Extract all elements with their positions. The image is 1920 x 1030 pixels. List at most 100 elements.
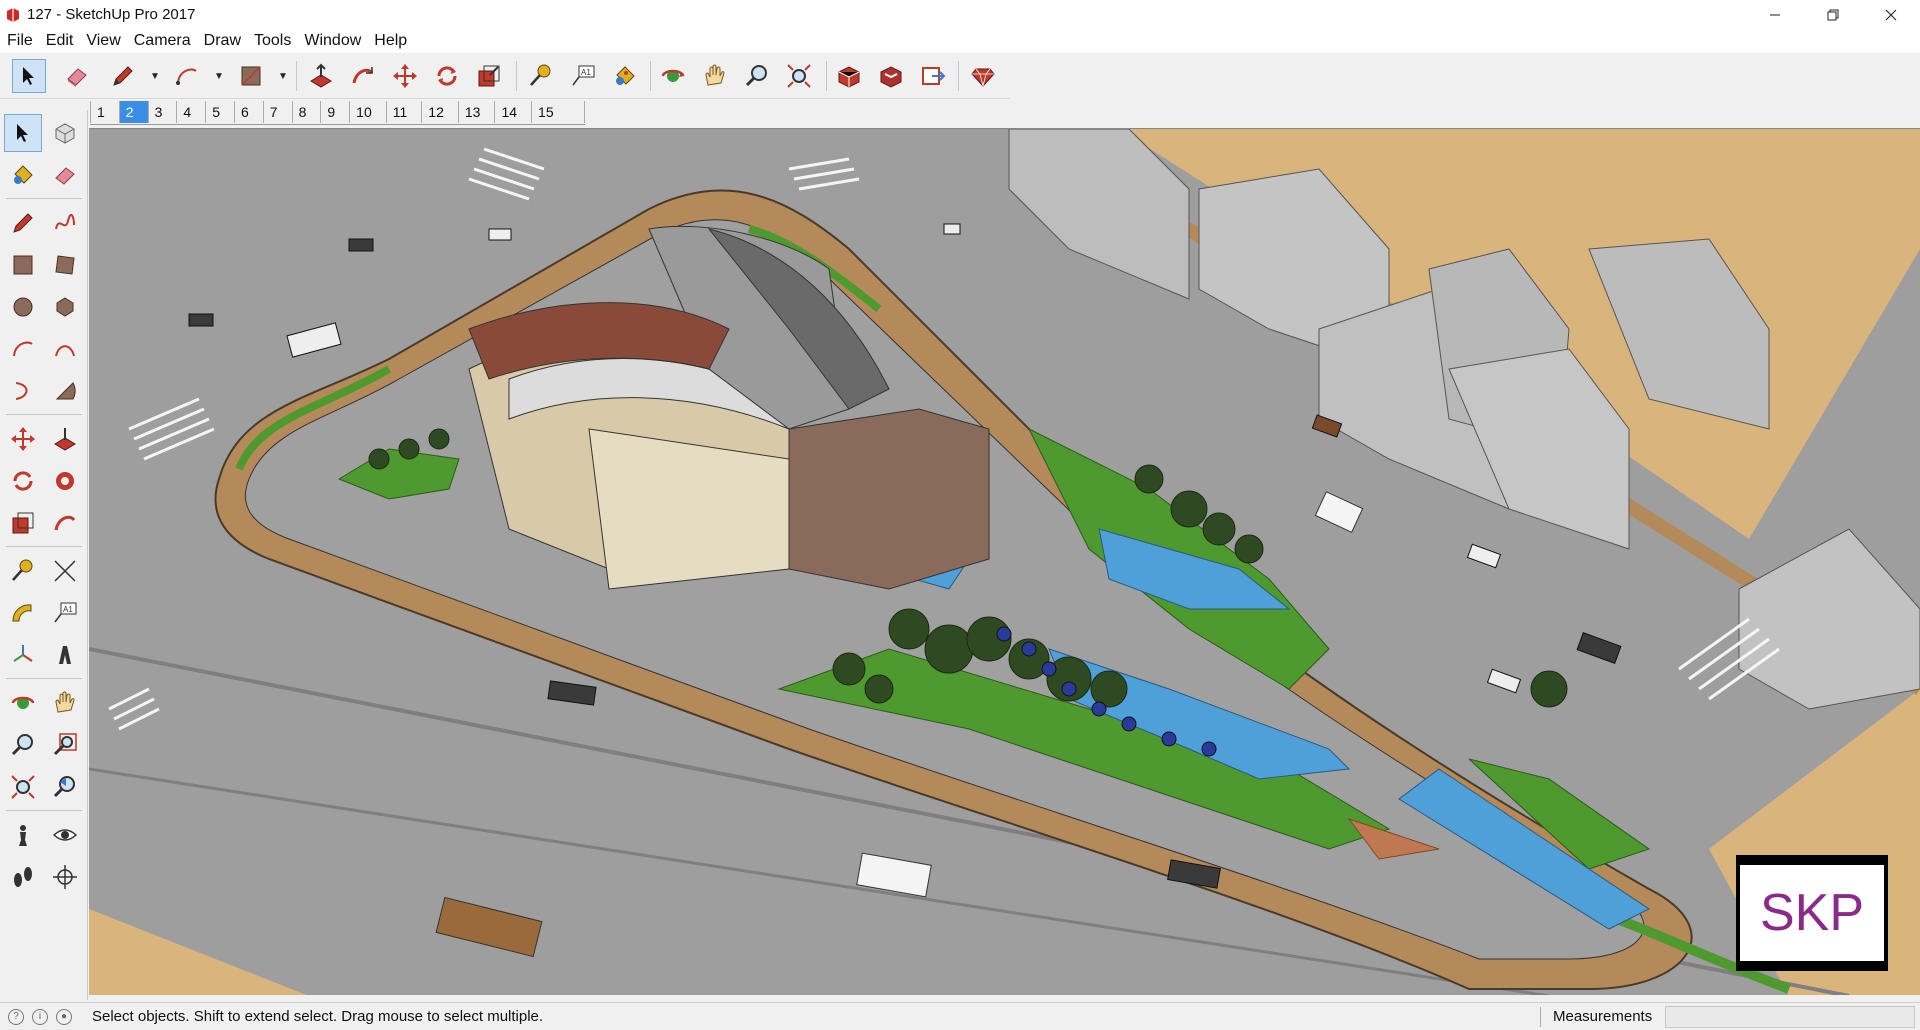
pan-tool-button[interactable] [46,684,84,722]
walk-button[interactable] [4,858,42,896]
rotate-icon [13,471,33,491]
freehand-icon [55,213,75,230]
arc-icon [176,68,197,85]
polygon-tool-button[interactable] [46,288,84,326]
pie-tool-button[interactable] [46,372,84,410]
extension-warehouse-button[interactable] [874,59,908,93]
orbit-tool-button[interactable] [656,59,690,93]
minimize-button[interactable] [1746,0,1804,29]
rotate-tool-button[interactable] [4,462,42,500]
scene-tab[interactable]: 6 [233,101,263,123]
scene-tab[interactable]: 12 [421,101,458,123]
circle-tool-button[interactable] [4,288,42,326]
push-pull-tool-button[interactable] [46,420,84,458]
user-account-icon[interactable]: ● [56,1008,72,1025]
paint-bucket-icon [14,165,33,184]
eraser-tool-button[interactable] [46,156,84,194]
arc-tool-button[interactable] [4,330,42,368]
rotated-rectangle-tool-button[interactable] [46,246,84,284]
follow-me-tool-button[interactable] [346,59,380,93]
menu-edit[interactable]: Edit [39,32,80,50]
skp-watermark: SKP [1736,855,1888,971]
scene-tab[interactable]: 11 [385,101,422,123]
menu-camera[interactable]: Camera [127,32,197,50]
protractor-tool-button[interactable] [4,594,42,632]
window-title: 127 - SketchUp Pro 2017 [27,6,196,23]
credits-icon[interactable]: i [32,1008,48,1025]
menu-window[interactable]: Window [297,32,367,50]
menu-help[interactable]: Help [367,32,413,50]
scene-tab[interactable]: 10 [349,101,386,123]
paint-bucket-tool-button[interactable] [4,156,42,194]
extension-warehouse-icon [880,66,902,88]
text-tool-button[interactable]: A1 [566,59,600,93]
pencil-dropdown[interactable]: ▼ [150,71,160,82]
previous-view-button[interactable] [46,768,84,806]
orbit-tool-button[interactable] [4,684,42,722]
arc-dropdown[interactable]: ▼ [214,71,224,82]
scene-tab[interactable]: 9 [320,101,349,123]
menu-view[interactable]: View [79,32,126,50]
freehand-tool-button[interactable] [46,204,84,242]
rectangle-tool-button[interactable] [234,59,268,93]
rectangle-tool-button[interactable] [4,246,42,284]
dimension-tool-button[interactable] [46,552,84,590]
tape-measure-tool-button[interactable] [524,59,558,93]
text-tool-button[interactable]: A1 [46,594,84,632]
scene-tab[interactable]: 14 [494,101,531,123]
offset-tool-button[interactable] [46,504,84,542]
left-tool-palette: A1 [0,110,88,1000]
move-tool-button[interactable] [388,59,422,93]
zoom-extents-tool-button[interactable] [782,59,816,93]
model-viewport[interactable]: SKP [89,128,1920,995]
scene-tab[interactable]: 8 [291,101,321,123]
two-point-arc-tool-button[interactable] [46,330,84,368]
rectangle-icon [13,255,33,275]
zoom-window-tool-button[interactable] [46,726,84,764]
push-pull-tool-button[interactable] [304,59,338,93]
move-tool-button[interactable] [4,420,42,458]
scene-tab[interactable]: 15 [531,101,585,123]
make-component-button[interactable] [46,114,84,152]
tape-measure-tool-button[interactable] [4,552,42,590]
restore-button[interactable] [1804,0,1862,29]
scene-tab[interactable]: 1 [90,101,119,123]
select-tool-button[interactable] [4,114,42,152]
scale-tool-button[interactable] [472,59,506,93]
scene-tab[interactable]: 4 [176,101,205,123]
rotate-tool-button[interactable] [430,59,464,93]
zoom-extents-tool-button[interactable] [4,768,42,806]
three-point-arc-tool-button[interactable] [4,372,42,410]
position-camera-button[interactable] [4,816,42,854]
pan-tool-button[interactable] [698,59,732,93]
scene-tab-active[interactable]: 2 [118,101,148,123]
scene-tab[interactable]: 5 [205,101,234,123]
ruby-console-button[interactable] [966,59,1000,93]
axes-tool-button[interactable] [4,636,42,674]
zoom-tool-button[interactable] [740,59,774,93]
scene-tab[interactable]: 13 [457,101,495,123]
menu-tools[interactable]: Tools [247,32,297,50]
follow-me-tool-button[interactable] [46,462,84,500]
paint-bucket-tool-button[interactable] [608,59,642,93]
3d-warehouse-button[interactable] [832,59,866,93]
scale-tool-button[interactable] [4,504,42,542]
close-button[interactable] [1862,0,1920,29]
eraser-tool-button[interactable] [60,59,94,93]
arc-tool-button[interactable] [170,59,204,93]
menu-draw[interactable]: Draw [197,32,247,50]
zoom-tool-button[interactable] [4,726,42,764]
shapes-dropdown[interactable]: ▼ [278,71,288,82]
menu-file[interactable]: File [0,32,39,50]
scene-tab[interactable]: 7 [262,101,292,123]
line-tool-button[interactable] [4,204,42,242]
pencil-tool-button[interactable] [106,59,140,93]
3d-text-tool-button[interactable] [46,636,84,674]
measurements-input[interactable] [1665,1006,1915,1028]
geolocation-icon[interactable]: ? [8,1008,24,1025]
section-plane-button[interactable] [46,858,84,896]
select-tool-button[interactable] [12,59,46,93]
scene-tab[interactable]: 3 [147,101,177,123]
send-to-layout-button[interactable] [916,59,950,93]
look-around-button[interactable] [46,816,84,854]
